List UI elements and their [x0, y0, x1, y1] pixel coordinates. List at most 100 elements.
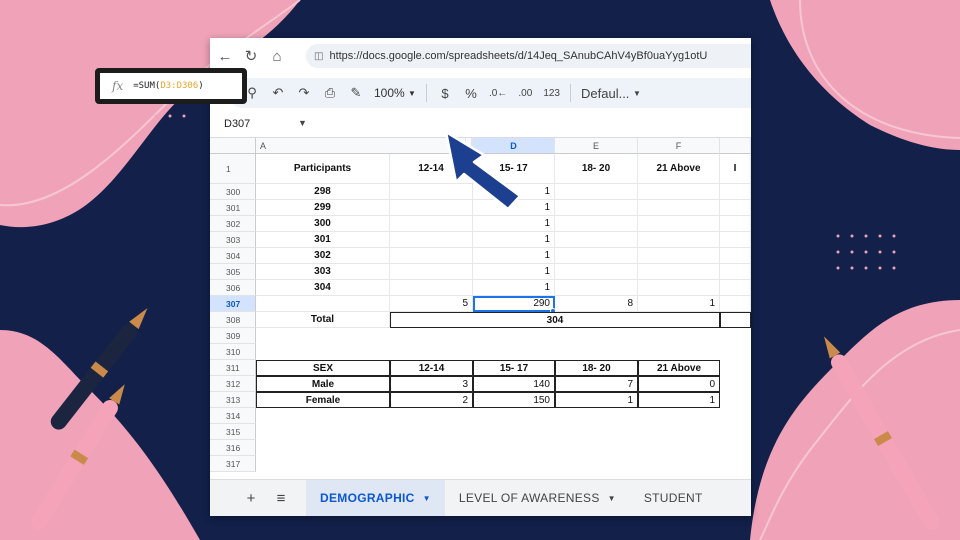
row-number[interactable]: 305 — [210, 264, 256, 280]
row-number[interactable]: 315 — [210, 424, 256, 440]
chevron-down-icon[interactable]: ▼ — [608, 494, 616, 503]
cell-empty[interactable] — [555, 184, 638, 200]
cell-participant-id[interactable]: 299 — [256, 200, 390, 216]
cell-empty[interactable] — [390, 184, 473, 200]
cell-count[interactable]: 1 — [473, 216, 555, 232]
cell-empty[interactable] — [638, 184, 720, 200]
cell-empty[interactable] — [555, 232, 638, 248]
url-bar[interactable]: ◫ https://docs.google.com/spreadsheets/d… — [306, 44, 751, 68]
cell-empty[interactable] — [720, 232, 751, 248]
cell-empty[interactable] — [390, 200, 473, 216]
cell-participant-id[interactable]: 300 — [256, 216, 390, 232]
cell-sex-value[interactable]: 1 — [638, 392, 720, 408]
cell-empty[interactable] — [638, 200, 720, 216]
row-number[interactable]: 307 — [210, 296, 256, 312]
zoom-select[interactable]: 100% ▼ — [370, 81, 420, 105]
select-all-corner[interactable] — [210, 138, 256, 154]
cell-empty[interactable] — [638, 248, 720, 264]
row-number[interactable]: 312 — [210, 376, 256, 392]
cell-sex-header[interactable]: SEX — [256, 360, 390, 376]
cell-empty[interactable] — [555, 280, 638, 296]
cell-empty[interactable] — [720, 248, 751, 264]
row-number[interactable]: 302 — [210, 216, 256, 232]
cell-sum-18-20[interactable]: 8 — [555, 296, 638, 312]
column-header-g[interactable] — [720, 138, 751, 154]
cell-sex-label[interactable]: Male — [256, 376, 390, 392]
cell-empty[interactable] — [720, 280, 751, 296]
cell-sex-value[interactable]: 7 — [555, 376, 638, 392]
cell-participant-id[interactable]: 301 — [256, 232, 390, 248]
row-number[interactable]: 303 — [210, 232, 256, 248]
cell-empty[interactable] — [720, 312, 751, 328]
cell-empty[interactable] — [390, 280, 473, 296]
all-sheets-button[interactable]: ≡ — [266, 490, 296, 507]
cell-sex-label[interactable]: Female — [256, 392, 390, 408]
cell-sum-21-above[interactable]: 1 — [638, 296, 720, 312]
cell-age-12-14-header[interactable]: 12-14 — [390, 154, 473, 184]
cell-g-header[interactable]: I — [720, 154, 751, 184]
cell-sex-value[interactable]: 140 — [473, 376, 555, 392]
cell-empty[interactable] — [390, 216, 473, 232]
increase-decimal-button[interactable]: .00 — [513, 81, 537, 105]
name-box[interactable]: D307 — [224, 118, 250, 130]
formula-bar-highlight[interactable]: fx =SUM(D3:D306) — [95, 68, 247, 104]
cell-count[interactable]: 1 — [473, 184, 555, 200]
tab-level-of-awareness[interactable]: LEVEL OF AWARENESS ▼ — [445, 480, 630, 517]
cell-sex-value[interactable]: 150 — [473, 392, 555, 408]
cell-empty[interactable] — [720, 184, 751, 200]
column-header-e[interactable]: E — [555, 138, 638, 154]
cell-empty[interactable] — [720, 264, 751, 280]
cell-empty[interactable] — [720, 296, 751, 312]
row-number[interactable]: 300 — [210, 184, 256, 200]
cell-empty[interactable] — [720, 216, 751, 232]
cell-empty[interactable] — [555, 216, 638, 232]
cell-sex-12-14-header[interactable]: 12-14 — [390, 360, 473, 376]
cell-participants-header[interactable]: Participants — [256, 154, 390, 184]
tab-student[interactable]: STUDENT — [630, 480, 717, 517]
row-number[interactable]: 301 — [210, 200, 256, 216]
cell-empty[interactable] — [555, 200, 638, 216]
cell-participant-id[interactable]: 298 — [256, 184, 390, 200]
row-number[interactable]: 314 — [210, 408, 256, 424]
cell-participant-id[interactable]: 304 — [256, 280, 390, 296]
undo-icon[interactable]: ↶ — [266, 81, 290, 105]
cell-sex-15-17-header[interactable]: 15- 17 — [473, 360, 555, 376]
chevron-down-icon[interactable]: ▼ — [423, 494, 431, 503]
percent-format-button[interactable]: % — [459, 81, 483, 105]
reload-icon[interactable]: ↻ — [240, 45, 262, 67]
chevron-down-icon[interactable]: ▼ — [298, 118, 307, 128]
add-sheet-button[interactable]: + — [236, 490, 266, 507]
cell-age-18-20-header[interactable]: 18- 20 — [555, 154, 638, 184]
row-number[interactable]: 306 — [210, 280, 256, 296]
cell-participant-id[interactable]: 303 — [256, 264, 390, 280]
cell-total-value[interactable]: 304 — [390, 312, 720, 328]
row-number[interactable]: 311 — [210, 360, 256, 376]
cell-sum-15-17[interactable]: 290 — [473, 296, 555, 312]
tab-demographic[interactable]: DEMOGRAPHIC ▼ — [306, 479, 445, 516]
row-number[interactable]: 313 — [210, 392, 256, 408]
cell-total-label[interactable]: Total — [256, 312, 390, 328]
column-header-a[interactable]: A — [256, 138, 466, 154]
cell-sex-18-20-header[interactable]: 18- 20 — [555, 360, 638, 376]
cell-empty[interactable] — [638, 232, 720, 248]
cell-sex-21-above-header[interactable]: 21 Above — [638, 360, 720, 376]
paint-format-icon[interactable]: ✎ — [344, 81, 368, 105]
print-icon[interactable]: ⎙ — [318, 81, 342, 105]
row-number[interactable]: 317 — [210, 456, 256, 472]
formula-input[interactable]: =SUM(D3:D306) — [133, 81, 203, 91]
row-number[interactable]: 304 — [210, 248, 256, 264]
currency-format-button[interactable]: $ — [433, 81, 457, 105]
home-icon[interactable]: ⌂ — [266, 45, 288, 67]
row-number[interactable]: 316 — [210, 440, 256, 456]
cell-empty[interactable] — [390, 232, 473, 248]
back-arrow-icon[interactable]: ← — [214, 45, 236, 67]
cell-empty[interactable] — [390, 248, 473, 264]
cell-age-15-17-header[interactable]: 15- 17 — [473, 154, 555, 184]
cell-count[interactable]: 1 — [473, 200, 555, 216]
row-number[interactable]: 308 — [210, 312, 256, 328]
cell-empty[interactable] — [555, 248, 638, 264]
font-select[interactable]: Defaul... ▼ — [577, 81, 645, 105]
cell-empty[interactable] — [256, 296, 390, 312]
row-number[interactable]: 1 — [210, 154, 256, 184]
cell-empty[interactable] — [720, 200, 751, 216]
